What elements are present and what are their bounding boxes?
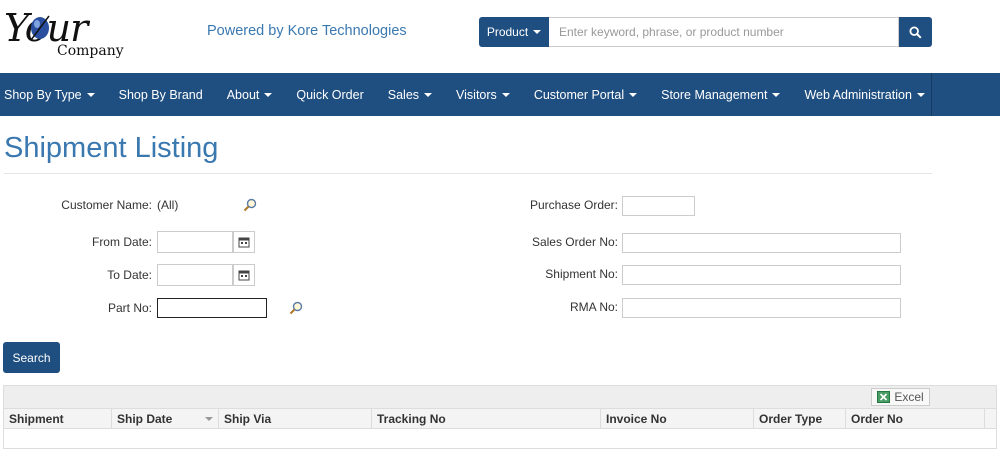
nav-item-label: Shop By Type	[4, 87, 82, 102]
tagline: Powered by Kore Technologies	[207, 23, 407, 39]
nav-item-label: Sales	[387, 87, 420, 102]
from-date-field[interactable]	[157, 231, 233, 253]
to-date-field[interactable]	[157, 264, 233, 286]
nav-item-quick-order[interactable]: Quick Order	[284, 88, 375, 102]
chevron-down-icon	[264, 92, 273, 97]
search-scope-dropdown[interactable]: Product	[479, 17, 549, 47]
search-scope-label: Product	[486, 25, 529, 39]
search-button[interactable]	[899, 17, 932, 47]
purchase-order-label: Purchase Order:	[529, 198, 618, 212]
grid-toolbar: Excel	[4, 386, 996, 409]
company-logo[interactable]: Your Company	[4, 6, 134, 62]
chevron-down-icon	[501, 92, 510, 97]
chevron-down-icon	[424, 92, 433, 97]
chevron-down-icon	[629, 92, 638, 97]
from-date-label: From Date:	[91, 235, 152, 249]
rma-no-label: RMA No:	[569, 300, 618, 314]
column-header-invoice-no[interactable]: Invoice No	[601, 409, 754, 428]
rma-no-field[interactable]	[622, 298, 901, 318]
search-submit-button[interactable]: Search	[3, 342, 60, 373]
column-header-ship-date[interactable]: Ship Date	[112, 409, 219, 428]
part-no-label: Part No:	[107, 301, 152, 315]
sales-order-field[interactable]	[622, 233, 901, 253]
nav-item-web-administration[interactable]: Web Administration	[792, 88, 936, 102]
chevron-down-icon	[533, 30, 542, 34]
nav-item-label: Web Administration	[804, 87, 912, 102]
shipment-no-label: Shipment No:	[545, 267, 618, 281]
main-nav: Shop By Type Shop By Brand About Quick Orde…	[0, 73, 1000, 116]
divider	[4, 173, 932, 174]
chevron-down-icon	[916, 92, 925, 97]
page-title: Shipment Listing	[4, 132, 219, 164]
column-header-order-no[interactable]: Order No	[846, 409, 985, 428]
part-no-field[interactable]	[157, 298, 267, 318]
nav-item-label: Store Management	[661, 87, 768, 102]
column-header-spacer	[985, 409, 996, 428]
shipment-no-field[interactable]	[622, 265, 901, 285]
chevron-down-icon	[86, 92, 95, 97]
grid-header: Shipment Ship Date Ship Via Tracking No …	[4, 409, 996, 429]
nav-item-visitors[interactable]: Visitors	[444, 88, 522, 102]
nav-item-label: Shop By Brand	[118, 87, 203, 102]
product-search: Product	[479, 17, 932, 47]
excel-icon	[877, 391, 891, 403]
customer-lookup-icon[interactable]	[243, 198, 257, 212]
search-input[interactable]	[549, 17, 899, 47]
column-header-shipment[interactable]: Shipment	[4, 409, 112, 428]
customer-name-label: Customer Name:	[61, 198, 152, 212]
sort-down-icon	[205, 417, 213, 421]
customer-name-value: (All)	[157, 198, 179, 212]
to-date-label: To Date:	[107, 268, 152, 282]
grid-body	[4, 429, 996, 448]
nav-item-about[interactable]: About	[215, 88, 285, 102]
chevron-down-icon	[772, 92, 781, 97]
part-lookup-icon[interactable]	[289, 301, 303, 315]
nav-item-sales[interactable]: Sales	[376, 88, 444, 102]
calendar-icon	[238, 237, 250, 248]
column-header-ship-via[interactable]: Ship Via	[219, 409, 372, 428]
logo-orb-icon	[30, 15, 50, 41]
logo-subtitle: Company	[57, 43, 124, 59]
nav-divider	[931, 73, 932, 116]
shipment-grid: Excel Shipment Ship Date Ship Via Tracki…	[3, 385, 997, 449]
nav-item-label: Customer Portal	[533, 87, 625, 102]
calendar-icon	[238, 270, 250, 281]
nav-item-shop-by-type[interactable]: Shop By Type	[0, 88, 107, 102]
from-date-calendar-button[interactable]	[233, 231, 255, 253]
search-icon	[909, 25, 922, 39]
purchase-order-field[interactable]	[622, 196, 695, 216]
column-header-tracking-no[interactable]: Tracking No	[372, 409, 601, 428]
nav-item-label: Visitors	[456, 87, 497, 102]
sales-order-label: Sales Order No:	[531, 235, 618, 249]
nav-item-customer-portal[interactable]: Customer Portal	[522, 88, 649, 102]
excel-export-button[interactable]: Excel	[871, 388, 930, 406]
nav-item-label: Quick Order	[296, 87, 364, 102]
nav-item-store-management[interactable]: Store Management	[649, 88, 792, 102]
nav-items: Shop By Type Shop By Brand About Quick Orde…	[0, 73, 937, 116]
nav-item-label: About	[226, 87, 260, 102]
excel-label: Excel	[894, 390, 924, 404]
to-date-calendar-button[interactable]	[233, 264, 255, 286]
column-header-order-type[interactable]: Order Type	[754, 409, 846, 428]
nav-item-shop-by-brand[interactable]: Shop By Brand	[107, 88, 215, 102]
